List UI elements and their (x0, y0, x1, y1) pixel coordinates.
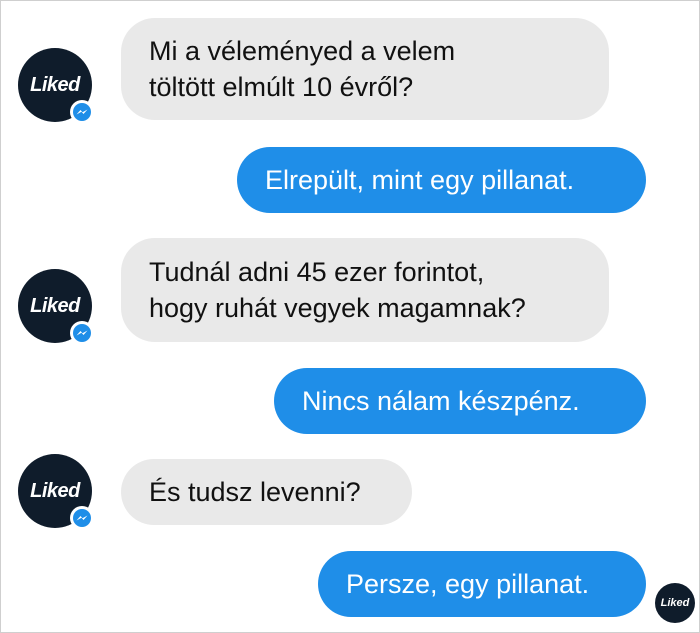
incoming-message[interactable]: És tudsz levenni? (121, 459, 412, 525)
message-text: És tudsz levenni? (149, 477, 361, 507)
avatar-logo-text: Liked (30, 479, 80, 502)
avatar-logo-text: Liked (30, 73, 80, 96)
avatar-logo-text: Liked (30, 294, 80, 317)
message-line: Tudnál adni 45 ezer forintot, (149, 257, 485, 287)
messenger-icon (70, 506, 94, 530)
message-line: Mi a véleményed a velem (149, 36, 456, 66)
outgoing-message[interactable]: Nincs nálam készpénz. (274, 368, 646, 434)
message-line: hogy ruhát vegyek magamnak? (149, 293, 526, 323)
message-text: Nincs nálam készpénz. (302, 386, 580, 416)
contact-avatar[interactable]: Liked (18, 454, 94, 530)
contact-avatar[interactable]: Liked (18, 48, 94, 124)
incoming-message[interactable]: Tudnál adni 45 ezer forintot, hogy ruhát… (121, 238, 609, 342)
message-line: töltött elmúlt 10 évről? (149, 72, 414, 102)
message-text: Persze, egy pillanat. (346, 569, 590, 599)
message-text: Elrepült, mint egy pillanat. (265, 165, 575, 195)
messenger-icon (70, 100, 94, 124)
outgoing-message[interactable]: Persze, egy pillanat. (318, 551, 646, 617)
seen-avatar-logo-text: Liked (660, 597, 690, 609)
contact-avatar[interactable]: Liked (18, 269, 94, 345)
incoming-message[interactable]: Mi a véleményed a velem töltött elmúlt 1… (121, 18, 609, 120)
seen-avatar: Liked (655, 583, 695, 623)
messenger-icon (70, 321, 94, 345)
outgoing-message[interactable]: Elrepült, mint egy pillanat. (237, 147, 646, 213)
